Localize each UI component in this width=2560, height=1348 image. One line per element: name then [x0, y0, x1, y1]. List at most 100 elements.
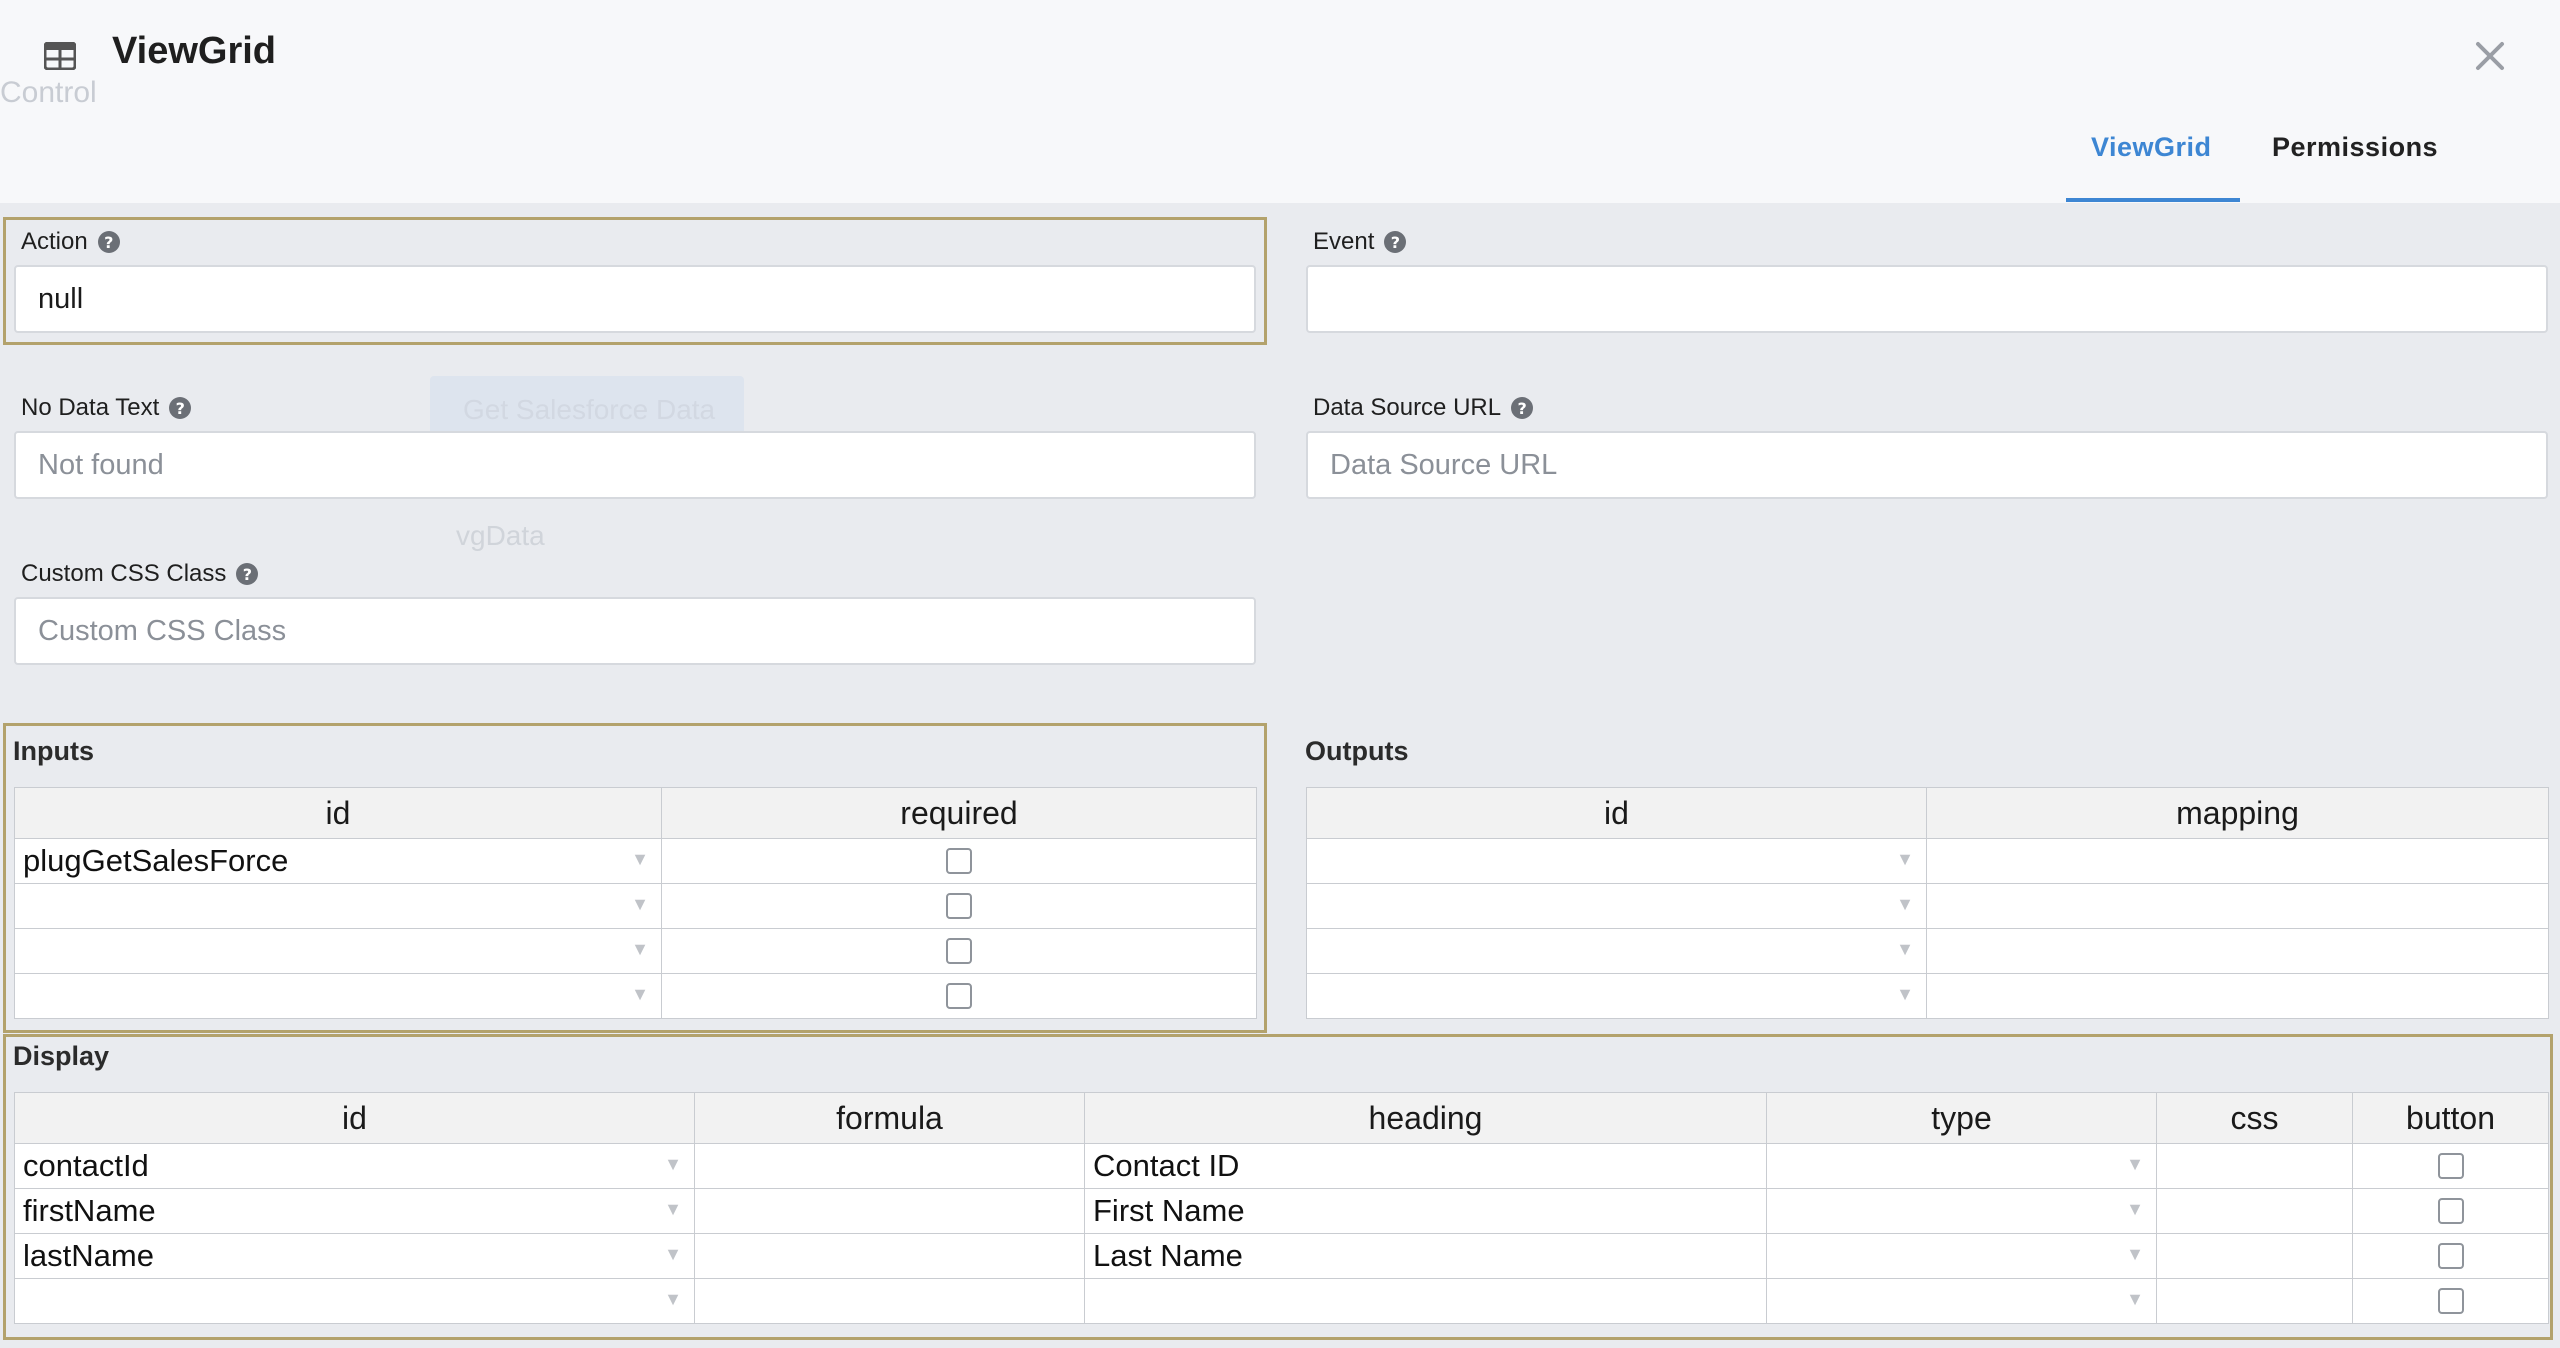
table-row: ▼ ▼: [14, 1278, 2549, 1324]
mapping-cell[interactable]: [1926, 838, 2549, 884]
output-id-cell[interactable]: ▼: [1306, 973, 1927, 1019]
display-id-cell[interactable]: firstName ▼: [14, 1188, 695, 1234]
required-checkbox[interactable]: [946, 848, 972, 874]
close-icon[interactable]: [2470, 36, 2510, 76]
data-source-url-label: Data Source URL ?: [1313, 394, 1534, 422]
mapping-cell[interactable]: [1926, 973, 2549, 1019]
action-label: Action ?: [21, 228, 120, 256]
dropdown-arrow-icon[interactable]: ▼: [631, 849, 649, 870]
tab-permissions[interactable]: Permissions: [2272, 132, 2438, 163]
column-header: id: [1306, 787, 1927, 839]
dropdown-arrow-icon[interactable]: ▼: [1896, 894, 1914, 915]
type-cell[interactable]: ▼: [1766, 1233, 2157, 1279]
table-row: ▼: [1306, 838, 2549, 884]
column-header: button: [2352, 1092, 2549, 1144]
dropdown-arrow-icon[interactable]: ▼: [664, 1244, 682, 1265]
type-cell[interactable]: ▼: [1766, 1278, 2157, 1324]
column-header: formula: [694, 1092, 1085, 1144]
heading-cell[interactable]: Contact ID: [1084, 1143, 1767, 1189]
output-id-cell[interactable]: ▼: [1306, 883, 1927, 929]
dropdown-arrow-icon[interactable]: ▼: [664, 1154, 682, 1175]
custom-css-class-field[interactable]: Custom CSS Class: [14, 597, 1256, 665]
output-id-cell[interactable]: ▼: [1306, 838, 1927, 884]
dropdown-arrow-icon[interactable]: ▼: [2126, 1244, 2144, 1265]
inputs-table: id required plugGetSalesForce ▼ ▼ ▼ ▼: [14, 787, 1257, 1019]
input-id-cell[interactable]: plugGetSalesForce ▼: [14, 838, 662, 884]
css-cell[interactable]: [2156, 1188, 2353, 1234]
required-checkbox[interactable]: [946, 893, 972, 919]
output-id-cell[interactable]: ▼: [1306, 928, 1927, 974]
mapping-cell[interactable]: [1926, 883, 2549, 929]
dropdown-arrow-icon[interactable]: ▼: [631, 984, 649, 1005]
display-table: id formula heading type css button conta…: [14, 1092, 2549, 1324]
dropdown-arrow-icon[interactable]: ▼: [631, 939, 649, 960]
help-icon[interactable]: ?: [97, 231, 120, 253]
input-id-cell[interactable]: ▼: [14, 883, 662, 929]
css-cell[interactable]: [2156, 1143, 2353, 1189]
button-checkbox[interactable]: [2437, 1198, 2464, 1224]
dropdown-arrow-icon[interactable]: ▼: [1896, 939, 1914, 960]
required-checkbox[interactable]: [946, 983, 972, 1009]
dropdown-arrow-icon[interactable]: ▼: [2126, 1199, 2144, 1220]
display-id-cell[interactable]: ▼: [14, 1278, 695, 1324]
inputs-section-title: Inputs: [13, 736, 94, 766]
formula-cell[interactable]: [694, 1278, 1085, 1324]
table-row: ▼: [14, 973, 1257, 1019]
heading-cell[interactable]: Last Name: [1084, 1233, 1767, 1279]
table-row: ▼: [14, 928, 1257, 974]
outputs-table: id mapping ▼ ▼ ▼ ▼: [1306, 787, 2549, 1019]
button-cell: [2352, 1233, 2549, 1279]
display-id-cell[interactable]: contactId ▼: [14, 1143, 695, 1189]
input-id-cell[interactable]: ▼: [14, 928, 662, 974]
help-icon[interactable]: ?: [1384, 231, 1407, 253]
css-cell[interactable]: [2156, 1278, 2353, 1324]
tab-viewgrid[interactable]: ViewGrid: [2091, 132, 2212, 163]
type-cell[interactable]: ▼: [1766, 1188, 2157, 1234]
dropdown-arrow-icon[interactable]: ▼: [2126, 1289, 2144, 1310]
table-row: contactId ▼ Contact ID ▼: [14, 1143, 2549, 1189]
action-field[interactable]: null: [14, 265, 1256, 333]
heading-cell[interactable]: First Name: [1084, 1188, 1767, 1234]
display-id-cell[interactable]: lastName ▼: [14, 1233, 695, 1279]
dropdown-arrow-icon[interactable]: ▼: [664, 1289, 682, 1310]
cell-value: contactId: [23, 1148, 149, 1183]
required-checkbox[interactable]: [946, 938, 972, 964]
dropdown-arrow-icon[interactable]: ▼: [1896, 849, 1914, 870]
no-data-text-field[interactable]: Not found: [14, 431, 1256, 499]
column-header: mapping: [1926, 787, 2549, 839]
table-header-row: id required: [14, 787, 1257, 839]
required-cell: [661, 883, 1257, 929]
table-header-row: id formula heading type css button: [14, 1092, 2549, 1144]
button-checkbox[interactable]: [2437, 1288, 2464, 1314]
required-cell: [661, 838, 1257, 884]
dropdown-arrow-icon[interactable]: ▼: [2126, 1154, 2144, 1175]
table-header-row: id mapping: [1306, 787, 2549, 839]
display-section-title: Display: [13, 1041, 110, 1071]
modal-header: [0, 0, 2560, 203]
dropdown-arrow-icon[interactable]: ▼: [631, 894, 649, 915]
css-cell[interactable]: [2156, 1233, 2353, 1279]
dropdown-arrow-icon[interactable]: ▼: [664, 1199, 682, 1220]
button-checkbox[interactable]: [2437, 1153, 2464, 1179]
data-source-url-field[interactable]: Data Source URL: [1306, 431, 2548, 499]
no-data-text-label: No Data Text ?: [21, 394, 192, 422]
mapping-cell[interactable]: [1926, 928, 2549, 974]
table-icon: [44, 42, 76, 70]
formula-cell[interactable]: [694, 1188, 1085, 1234]
help-icon[interactable]: ?: [169, 397, 192, 419]
button-checkbox[interactable]: [2437, 1243, 2464, 1269]
event-field[interactable]: [1306, 265, 2548, 333]
active-tab-indicator: [2066, 198, 2240, 202]
help-icon[interactable]: ?: [1511, 397, 1534, 419]
cell-value: plugGetSalesForce: [23, 843, 289, 878]
type-cell[interactable]: ▼: [1766, 1143, 2157, 1189]
heading-cell[interactable]: [1084, 1278, 1767, 1324]
formula-cell[interactable]: [694, 1233, 1085, 1279]
button-cell: [2352, 1188, 2549, 1234]
formula-cell[interactable]: [694, 1143, 1085, 1189]
help-icon[interactable]: ?: [236, 563, 259, 585]
column-header: heading: [1084, 1092, 1767, 1144]
input-id-cell[interactable]: ▼: [14, 973, 662, 1019]
dropdown-arrow-icon[interactable]: ▼: [1896, 984, 1914, 1005]
column-header: required: [661, 787, 1257, 839]
